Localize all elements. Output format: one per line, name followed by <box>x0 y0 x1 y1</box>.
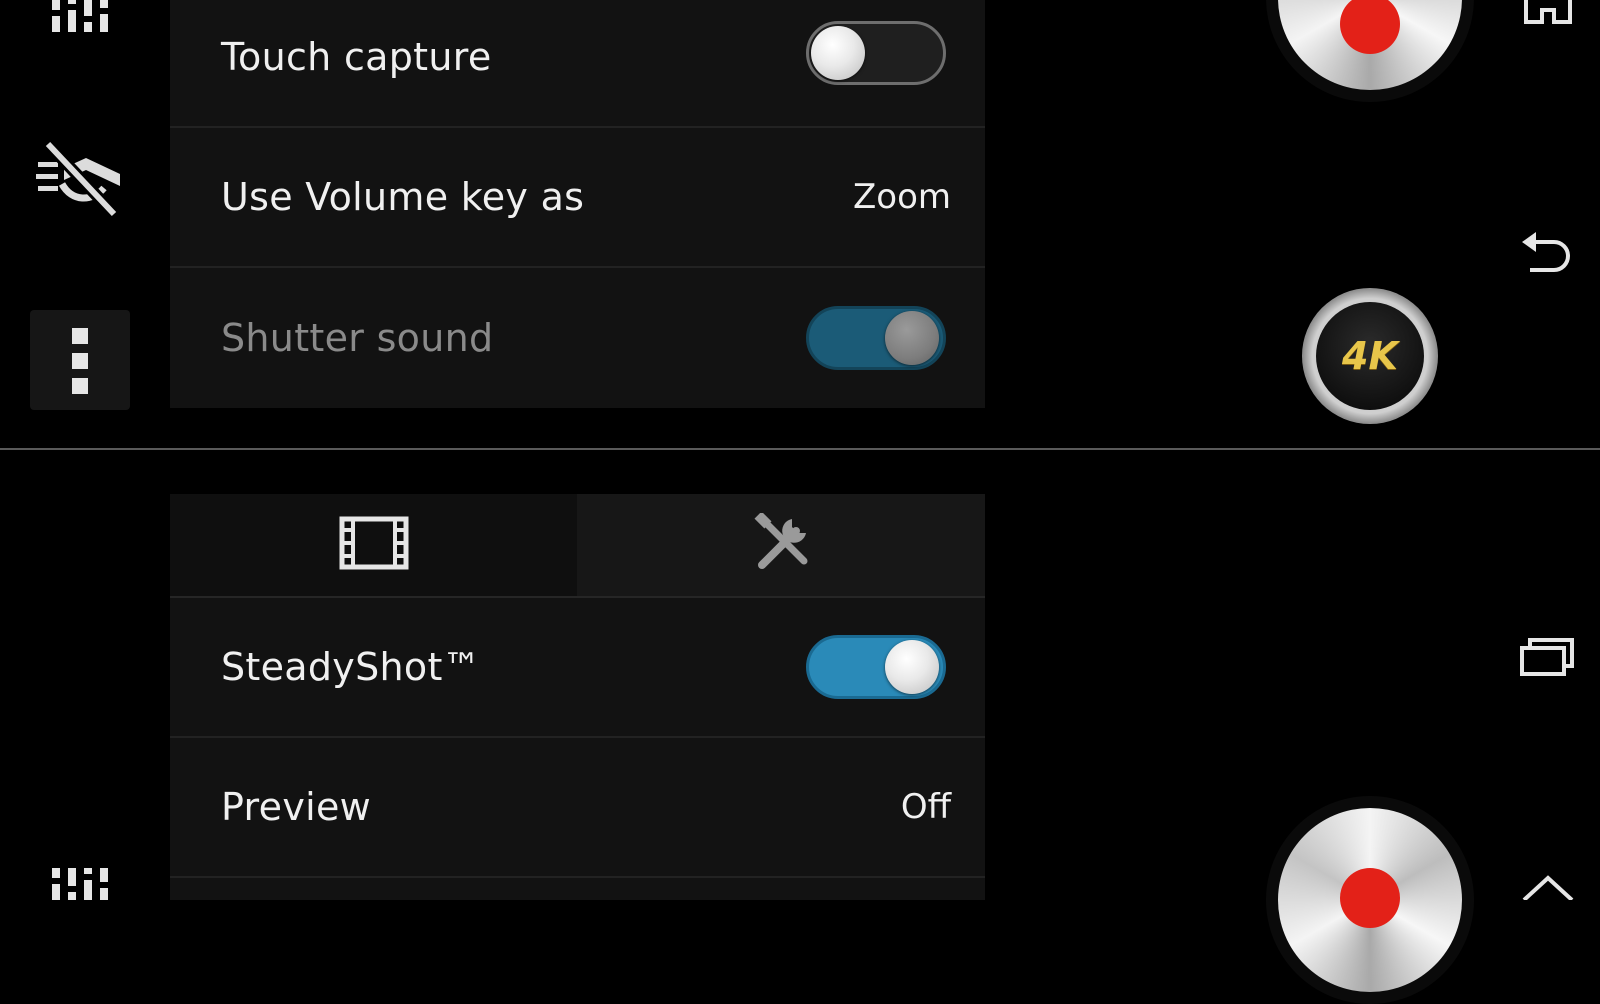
flash-off-icon[interactable] <box>34 139 126 220</box>
split-screen-divider <box>0 448 1600 450</box>
touch-capture-row[interactable]: Touch capture <box>170 0 985 128</box>
preview-row[interactable]: Preview Off <box>170 738 985 878</box>
4k-badge-inner: 4K <box>1316 302 1424 410</box>
4k-mode-button[interactable]: 4K <box>1302 288 1438 424</box>
top-settings-panel: Touch capture Use Volume key as Zoom Shu… <box>170 0 985 408</box>
preview-label: Preview <box>221 785 372 829</box>
more-options-button[interactable] <box>30 310 130 410</box>
touch-capture-label: Touch capture <box>221 35 492 79</box>
shutter-sound-toggle[interactable] <box>806 306 946 370</box>
next-setting-row[interactable] <box>170 878 985 918</box>
volume-key-label: Use Volume key as <box>221 175 585 219</box>
manual-settings-icon[interactable] <box>48 0 112 36</box>
bottom-settings-panel: SteadyShot™ Preview Off <box>170 598 985 900</box>
film-icon <box>339 516 409 574</box>
steadyshot-label: SteadyShot™ <box>221 645 481 689</box>
4k-badge-label: 4K <box>1342 334 1398 378</box>
record-button[interactable] <box>1266 0 1474 102</box>
record-dot <box>1340 868 1400 928</box>
tab-video-settings[interactable] <box>170 494 577 596</box>
touch-capture-toggle[interactable] <box>806 21 946 85</box>
up-chevron-icon[interactable] <box>1520 874 1576 902</box>
toggle-knob <box>811 26 865 80</box>
tab-general-settings[interactable] <box>578 494 985 596</box>
toggle-knob <box>885 640 939 694</box>
settings-tab-bar <box>170 494 985 598</box>
back-icon[interactable] <box>1520 232 1576 276</box>
toggle-knob <box>885 311 939 365</box>
manual-settings-icon[interactable] <box>48 866 112 900</box>
shutter-sound-label: Shutter sound <box>221 316 494 360</box>
steadyshot-toggle[interactable] <box>806 635 946 699</box>
home-icon[interactable] <box>1522 0 1574 24</box>
record-button[interactable] <box>1266 796 1474 1004</box>
shutter-sound-row[interactable]: Shutter sound <box>170 268 985 408</box>
volume-key-value: Zoom <box>852 177 951 217</box>
tools-icon <box>752 511 812 577</box>
recent-apps-icon[interactable] <box>1520 638 1576 676</box>
steadyshot-row[interactable]: SteadyShot™ <box>170 598 985 738</box>
volume-key-row[interactable]: Use Volume key as Zoom <box>170 128 985 268</box>
more-options-icon <box>70 328 90 394</box>
preview-value: Off <box>900 787 951 827</box>
